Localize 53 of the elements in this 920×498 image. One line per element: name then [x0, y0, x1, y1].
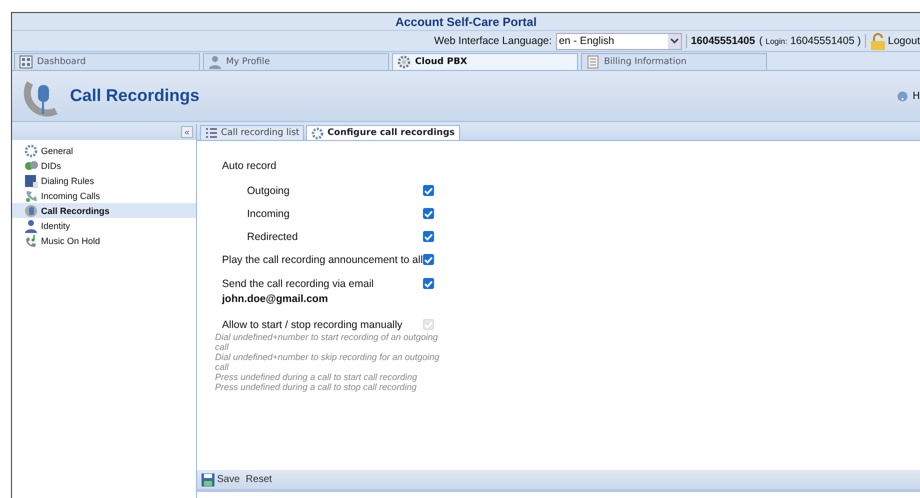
- grid-icon: [19, 55, 33, 69]
- save-button[interactable]: Save: [201, 472, 240, 486]
- phone-icon: [24, 188, 39, 202]
- content-tab[interactable]: Configure call recordings: [306, 125, 460, 140]
- collapse-button[interactable]: «: [181, 126, 193, 138]
- sidebar-item[interactable]: Identity: [12, 218, 196, 233]
- option-label: Redirected: [247, 231, 299, 243]
- checkbox[interactable]: [423, 231, 434, 242]
- sidebar-item[interactable]: Music On Hold: [12, 233, 196, 248]
- hint-text: Dial undefined+number to skip recording for an outgoing call: [215, 352, 440, 372]
- checkbox[interactable]: [423, 208, 434, 219]
- checkbox[interactable]: [423, 185, 434, 196]
- account-number: 16045551405: [690, 35, 756, 47]
- option-label: Outgoing: [247, 185, 291, 197]
- gear-icon: [311, 126, 324, 140]
- login-info: ( Login: 16045551405 ): [759, 35, 861, 47]
- section-label: Auto record: [222, 160, 278, 172]
- nav-tab[interactable]: Billing Information: [581, 53, 767, 70]
- sidebar-item[interactable]: Call Recordings: [12, 203, 196, 218]
- padlock-icon: [870, 32, 886, 50]
- checkbox[interactable]: [423, 278, 434, 289]
- person-icon: [24, 218, 39, 232]
- page-title: Call Recordings: [70, 86, 200, 106]
- option-label: Allow to start / stop recording manually: [222, 319, 404, 331]
- document-icon: [586, 55, 600, 69]
- content-tab[interactable]: Call recording list: [200, 125, 304, 140]
- sidebar-item[interactable]: Dialing Rules: [12, 173, 196, 188]
- logout-link[interactable]: Logout: [870, 32, 920, 50]
- nav-tab[interactable]: Dashboard: [14, 53, 200, 70]
- hint-text: Press undefined during a call to start call recording: [215, 372, 418, 382]
- nav-tab[interactable]: My Profile: [203, 53, 389, 70]
- option-label: Incoming: [247, 208, 291, 220]
- microphone-icon: [24, 204, 39, 218]
- help-link[interactable]: H: [912, 90, 920, 102]
- sidebar-item[interactable]: Incoming Calls: [12, 188, 196, 203]
- checkbox[interactable]: [423, 254, 434, 265]
- sidebar-item[interactable]: General: [12, 143, 196, 158]
- person-icon: [208, 55, 222, 69]
- portal-title: Account Self-Care Portal: [395, 14, 537, 28]
- hint-text: Dial undefined+number to start recording of an outgoing call: [215, 332, 439, 352]
- gear-icon: [24, 144, 39, 158]
- language-label: Web Interface Language:: [434, 35, 552, 47]
- email-address: john.doe@gmail.com: [222, 293, 329, 305]
- nav-tab[interactable]: Cloud PBX: [392, 53, 578, 70]
- option-label: Send the call recording via email: [222, 278, 375, 290]
- language-select[interactable]: en - English: [556, 32, 682, 50]
- hint-text: Press undefined during a call to stop call recording: [215, 382, 418, 392]
- list-icon: [205, 126, 218, 140]
- sidebar-item[interactable]: DIDs: [12, 158, 196, 173]
- reset-button[interactable]: Reset: [246, 474, 272, 485]
- option-label: Play the call recording announcement to all: [222, 254, 423, 266]
- music-note-icon: [24, 234, 39, 248]
- gear-icon: [397, 55, 411, 69]
